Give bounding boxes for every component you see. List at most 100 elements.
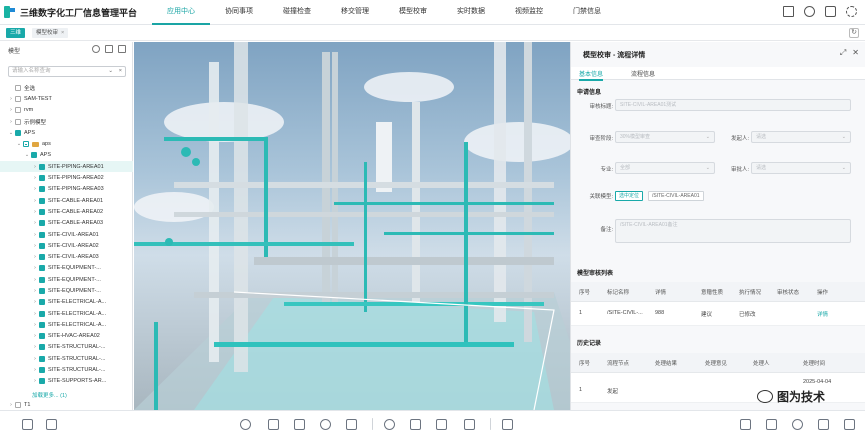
- tree-item[interactable]: › SAM-TEST: [0, 93, 133, 104]
- chevron-right-icon[interactable]: ›: [8, 119, 14, 125]
- close-icon[interactable]: ✕: [852, 48, 859, 58]
- tree-item[interactable]: ⌄ APS: [0, 127, 133, 138]
- locate-selected-button[interactable]: 选中定位: [615, 191, 644, 201]
- tree-item[interactable]: ⌄ aps: [0, 138, 133, 149]
- checkbox[interactable]: [15, 129, 21, 136]
- chevron-down-icon[interactable]: ⌄: [108, 67, 113, 76]
- view-icon[interactable]: [792, 419, 803, 430]
- checkbox[interactable]: [39, 355, 45, 362]
- chevron-right-icon[interactable]: ›: [32, 356, 38, 362]
- tab-model-review[interactable]: 模型校审 ×: [32, 28, 69, 38]
- tree-item[interactable]: 全选: [0, 82, 133, 93]
- checkbox[interactable]: [39, 242, 45, 249]
- tree-item[interactable]: › SITE-STRUCTURAL-...: [0, 342, 133, 353]
- cube-icon[interactable]: [268, 419, 279, 430]
- tree-item[interactable]: › SITE-PIPING-AREA02: [0, 172, 133, 183]
- chevron-right-icon[interactable]: ›: [32, 277, 38, 283]
- chevron-right-icon[interactable]: ›: [32, 299, 38, 305]
- checkbox[interactable]: [39, 231, 45, 238]
- fullscreen-icon[interactable]: [825, 6, 836, 17]
- checkbox[interactable]: [39, 208, 45, 215]
- review-title-field[interactable]: SITE-CIVIL-AREA01测试: [615, 99, 851, 111]
- nav-realtime-data[interactable]: 实时数据: [442, 0, 500, 25]
- cube-rotate-icon[interactable]: [346, 419, 357, 430]
- checkbox[interactable]: [31, 152, 37, 159]
- box-icon[interactable]: [46, 419, 57, 430]
- camera-icon[interactable]: [740, 419, 751, 430]
- tree-item[interactable]: › 示例模型: [0, 116, 133, 127]
- checkbox[interactable]: [39, 186, 45, 193]
- tree-item[interactable]: › SITE-CIVIL-AREA01: [0, 229, 133, 240]
- nav-video[interactable]: 视频监控: [500, 0, 558, 25]
- checkbox[interactable]: [15, 84, 21, 91]
- chevron-right-icon[interactable]: ›: [32, 333, 38, 339]
- major-select[interactable]: 全部 ⌄: [615, 162, 715, 174]
- nav-access[interactable]: 门禁信息: [558, 0, 616, 25]
- chevron-down-icon[interactable]: ⌄: [8, 130, 14, 136]
- chevron-right-icon[interactable]: ›: [32, 288, 38, 294]
- nav-model-review[interactable]: 模型校审: [384, 0, 442, 25]
- tree-item[interactable]: › SITE-PIPING-AREA01: [0, 161, 133, 173]
- chevron-right-icon[interactable]: ›: [32, 209, 38, 215]
- home-icon[interactable]: [783, 6, 794, 17]
- detail-link[interactable]: 详情: [817, 310, 828, 318]
- checkbox[interactable]: [39, 163, 45, 170]
- chevron-right-icon[interactable]: ›: [32, 175, 38, 181]
- linked-model-tag[interactable]: /SITE-CIVIL-AREA01: [648, 191, 704, 201]
- chevron-right-icon[interactable]: ›: [32, 367, 38, 373]
- chevron-right-icon[interactable]: ›: [32, 378, 38, 384]
- tab-3d[interactable]: 三维: [6, 28, 26, 38]
- tree-item[interactable]: › SITE-CIVIL-AREA02: [0, 240, 133, 251]
- tree-item[interactable]: › SITE-EQUIPMENT-...: [0, 285, 133, 296]
- record-icon[interactable]: [844, 419, 855, 430]
- tree-item[interactable]: ⌄ APS: [0, 150, 133, 161]
- nav-handover[interactable]: 移交管理: [326, 0, 384, 25]
- chevron-right-icon[interactable]: ›: [32, 322, 38, 328]
- target-icon[interactable]: [240, 419, 251, 430]
- tree-item[interactable]: › SITE-CABLE-AREA03: [0, 218, 133, 229]
- load-more-link[interactable]: 加载更多... (1): [32, 391, 67, 399]
- checkbox[interactable]: [39, 175, 45, 182]
- checkbox[interactable]: [15, 95, 21, 102]
- remark-field[interactable]: /SITE-CIVIL-AREA01备注: [615, 219, 851, 243]
- nav-app-center[interactable]: 应用中心: [152, 0, 210, 25]
- checkbox[interactable]: [39, 333, 45, 340]
- grid-icon[interactable]: [105, 45, 113, 53]
- checkbox[interactable]: [39, 287, 45, 294]
- checkbox[interactable]: [23, 141, 29, 148]
- chevron-right-icon[interactable]: ›: [32, 265, 38, 271]
- checkbox[interactable]: [39, 344, 45, 351]
- chevron-right-icon[interactable]: ›: [32, 220, 38, 226]
- tab-basic-info[interactable]: 基本信息: [579, 69, 604, 81]
- chevron-right-icon[interactable]: ›: [8, 402, 14, 408]
- checkbox[interactable]: [39, 265, 45, 272]
- nav-clash-check[interactable]: 碰撞检查: [268, 0, 326, 25]
- chevron-right-icon[interactable]: ›: [32, 186, 38, 192]
- tree-item[interactable]: › SITE-ELECTRICAL-A...: [0, 308, 133, 319]
- checkbox[interactable]: [39, 310, 45, 317]
- tree-item[interactable]: › SITE-STRUCTURAL-...: [0, 353, 133, 364]
- chevron-right-icon[interactable]: ›: [32, 311, 38, 317]
- cube-outline-icon[interactable]: [294, 419, 305, 430]
- checkbox[interactable]: [15, 118, 21, 125]
- settings-icon[interactable]: [846, 6, 857, 17]
- chevron-right-icon[interactable]: ›: [32, 344, 38, 350]
- checkbox[interactable]: [15, 107, 21, 114]
- tree-item[interactable]: › SITE-CIVIL-AREA03: [0, 251, 133, 262]
- chevron-right-icon[interactable]: ›: [32, 198, 38, 204]
- reviewer-select[interactable]: 请选 ⌄: [751, 162, 851, 174]
- chevron-right-icon[interactable]: ›: [32, 243, 38, 249]
- layers-icon[interactable]: [22, 419, 33, 430]
- checkbox[interactable]: [39, 321, 45, 328]
- chevron-right-icon[interactable]: ›: [32, 232, 38, 238]
- rotate-icon[interactable]: [766, 419, 777, 430]
- section-icon[interactable]: [502, 419, 513, 430]
- chevron-down-icon[interactable]: ⌄: [24, 152, 30, 158]
- checkbox[interactable]: [15, 401, 21, 408]
- 3d-viewport[interactable]: [134, 42, 570, 410]
- measure-icon[interactable]: [410, 419, 421, 430]
- checkbox[interactable]: [39, 220, 45, 227]
- chevron-right-icon[interactable]: ›: [32, 164, 38, 170]
- tree-item[interactable]: › SITE-EQUIPMENT-...: [0, 263, 133, 274]
- model-search-input[interactable]: 请输入名称查询 ⌄ ×: [8, 66, 126, 77]
